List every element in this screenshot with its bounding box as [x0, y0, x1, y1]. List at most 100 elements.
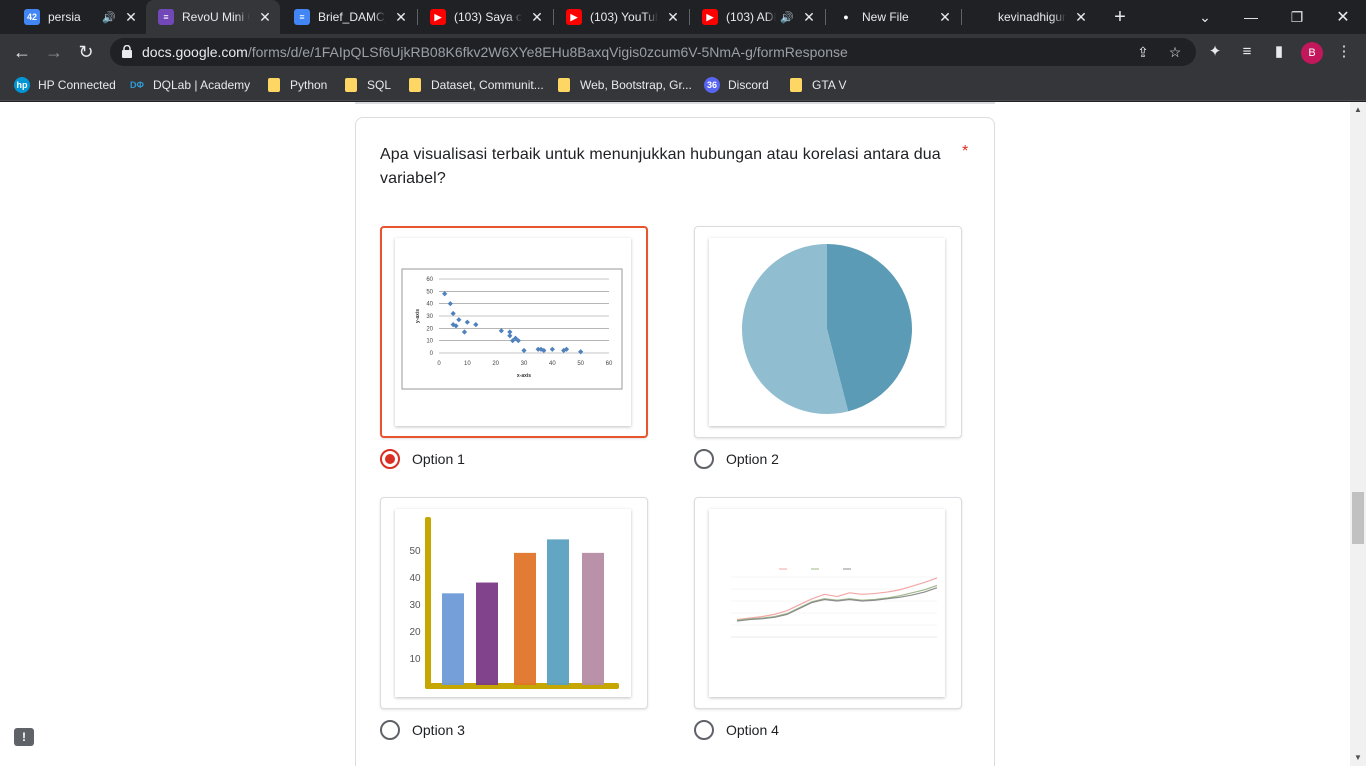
option-4-radio[interactable]	[694, 720, 714, 740]
bookmark-2[interactable]: DΦ DQLab | Academy	[129, 76, 250, 94]
folder-icon	[343, 77, 359, 93]
forward-button[interactable]: →	[40, 38, 68, 66]
url-text: docs.google.com/forms/d/e/1FAIpQLSf6UjkR…	[142, 44, 848, 60]
x-tick-label: 40	[549, 361, 556, 367]
page-scrollbar[interactable]	[1350, 102, 1366, 766]
y-tick-label: 10	[426, 339, 433, 345]
y-tick-label: 40	[426, 302, 433, 308]
bar	[547, 539, 569, 685]
tab-title: (103) ADI	[726, 10, 777, 24]
scatter-plot-image: 60504030201000 10 20 30 40 50 60x-axisy-axis	[401, 268, 623, 390]
bookmark-label: Dataset, Communit...	[431, 78, 544, 92]
browser-tab-5[interactable]: ▶ (103) YouTub ✕	[554, 0, 688, 34]
bar	[514, 552, 536, 685]
close-tab-icon[interactable]: ✕	[124, 9, 138, 26]
bookmark-star-icon[interactable]: ☆	[1166, 43, 1184, 61]
option-4-radio-row[interactable]: Option 4	[694, 720, 779, 740]
series-line	[736, 584, 938, 621]
option-2-image[interactable]	[694, 226, 962, 438]
option-4-label: Option 4	[726, 722, 779, 738]
bookmark-8[interactable]: GTA V	[788, 76, 846, 94]
close-tab-icon[interactable]: ✕	[802, 9, 816, 26]
back-button[interactable]: ←	[8, 38, 36, 66]
audio-playing-icon[interactable]: 🔊	[102, 11, 116, 24]
browser-tab-6[interactable]: ▶ (103) ADI 🔊 ✕	[690, 0, 824, 34]
calendar-badge-icon: 42	[24, 9, 40, 25]
option-3-radio[interactable]	[380, 720, 400, 740]
bookmark-label: DQLab | Academy	[153, 78, 251, 92]
tab-title: (103) YouTub	[590, 10, 658, 24]
y-tick-label: 60	[426, 277, 433, 283]
browser-tab-8[interactable]: kevinadhigun ✕	[962, 0, 1096, 34]
tab-search-icon[interactable]: ⌄	[1182, 0, 1228, 34]
y-axis-bar	[425, 517, 431, 689]
google-forms-icon: ≡	[158, 9, 174, 25]
bookmark-1[interactable]: hp HP Connected	[14, 76, 116, 94]
folder-icon	[556, 77, 572, 93]
youtube-icon: ▶	[430, 9, 446, 25]
option-4-image[interactable]	[694, 497, 962, 709]
close-tab-icon[interactable]: ✕	[938, 9, 952, 26]
restore-button[interactable]: ❐	[1274, 0, 1320, 34]
pie-chart-image	[742, 244, 912, 414]
scroll-up-arrow[interactable]: ▲	[1350, 104, 1366, 116]
bookmarks-bar: hp HP Connected DΦ DQLab | Academy Python SQL…	[0, 70, 1366, 101]
bookmark-4[interactable]: SQL	[343, 76, 391, 94]
x-tick-label: 30	[521, 361, 528, 367]
close-window-button[interactable]: ✕	[1320, 0, 1366, 34]
close-tab-icon[interactable]: ✕	[666, 9, 680, 26]
browser-tab-3[interactable]: ≡ Brief_DAMC_ ✕	[282, 0, 416, 34]
scrollbar-thumb[interactable]	[1352, 492, 1364, 544]
option-1-label: Option 1	[412, 451, 465, 467]
media-control-icon[interactable]: ≡	[1237, 42, 1257, 62]
y-tick-label: 20	[426, 326, 433, 332]
github-icon: ●	[838, 9, 854, 25]
address-bar[interactable]: docs.google.com/forms/d/e/1FAIpQLSf6UjkR…	[110, 38, 1196, 66]
menu-icon[interactable]: ⋮	[1334, 42, 1354, 62]
option-1-image[interactable]: 60 50 40 30 20 10 0 0 10 20 30 40 50 60 x-axis y-axis	[380, 226, 648, 438]
option-3-image[interactable]: 50 40 30 20 10	[380, 497, 648, 709]
bookmark-5[interactable]: Dataset, Communit...	[407, 76, 544, 94]
new-tab-button[interactable]: +	[1108, 5, 1132, 29]
bookmark-label: HP Connected	[38, 78, 116, 92]
browser-tab-2[interactable]: ≡ RevoU Mini C ✕	[146, 0, 280, 34]
browser-tab-1[interactable]: 42 persia 🔊 ✕	[12, 0, 146, 34]
option-2-radio-row[interactable]: Option 2	[694, 449, 779, 469]
reload-button[interactable]: ↻	[72, 38, 100, 66]
audio-playing-icon[interactable]: 🔊	[780, 11, 794, 24]
option-1-radio[interactable]	[380, 449, 400, 469]
url-host: docs.google.com	[142, 44, 248, 60]
y-tick-label: 20	[409, 627, 421, 638]
option-2-label: Option 2	[726, 451, 779, 467]
option-1-radio-row[interactable]: Option 1	[380, 449, 465, 469]
share-icon[interactable]: ⇪	[1134, 43, 1152, 61]
scatter-plot-thumbnail: 60 50 40 30 20 10 0 0 10 20 30 40 50 60 x-axis y-axis	[395, 238, 631, 426]
x-axis-label: x-axis	[517, 373, 531, 379]
lock-icon[interactable]	[122, 45, 132, 58]
tab-title: persia	[48, 10, 81, 24]
side-panel-icon[interactable]: ▮	[1269, 42, 1289, 62]
close-tab-icon[interactable]: ✕	[258, 9, 272, 26]
option-2-radio[interactable]	[694, 449, 714, 469]
report-feedback-icon[interactable]: !	[14, 728, 34, 746]
close-tab-icon[interactable]: ✕	[1074, 9, 1088, 26]
tab-title: Brief_DAMC_	[318, 10, 386, 24]
y-tick-label: 50	[409, 546, 421, 557]
browser-tab-7[interactable]: ● New File ✕	[826, 0, 960, 34]
extensions-icon[interactable]: ✦	[1205, 42, 1225, 62]
browser-tab-4[interactable]: ▶ (103) Saya co ✕	[418, 0, 552, 34]
youtube-icon: ▶	[566, 9, 582, 25]
page-content: Apa visualisasi terbaik untuk menunjukka…	[0, 102, 1350, 766]
bookmark-label: Web, Bootstrap, Gr...	[580, 78, 692, 92]
scroll-down-arrow[interactable]: ▼	[1350, 752, 1366, 764]
close-tab-icon[interactable]: ✕	[530, 9, 544, 26]
bookmark-3[interactable]: Python	[266, 76, 327, 94]
option-3-radio-row[interactable]: Option 3	[380, 720, 465, 740]
close-tab-icon[interactable]: ✕	[394, 9, 408, 26]
line-chart-image	[731, 568, 938, 638]
minimize-button[interactable]: —	[1228, 0, 1274, 34]
profile-avatar[interactable]: B	[1301, 42, 1323, 64]
bookmark-7[interactable]: 36 Discord	[704, 76, 769, 94]
folder-icon	[266, 77, 282, 93]
bookmark-6[interactable]: Web, Bootstrap, Gr...	[556, 76, 692, 94]
